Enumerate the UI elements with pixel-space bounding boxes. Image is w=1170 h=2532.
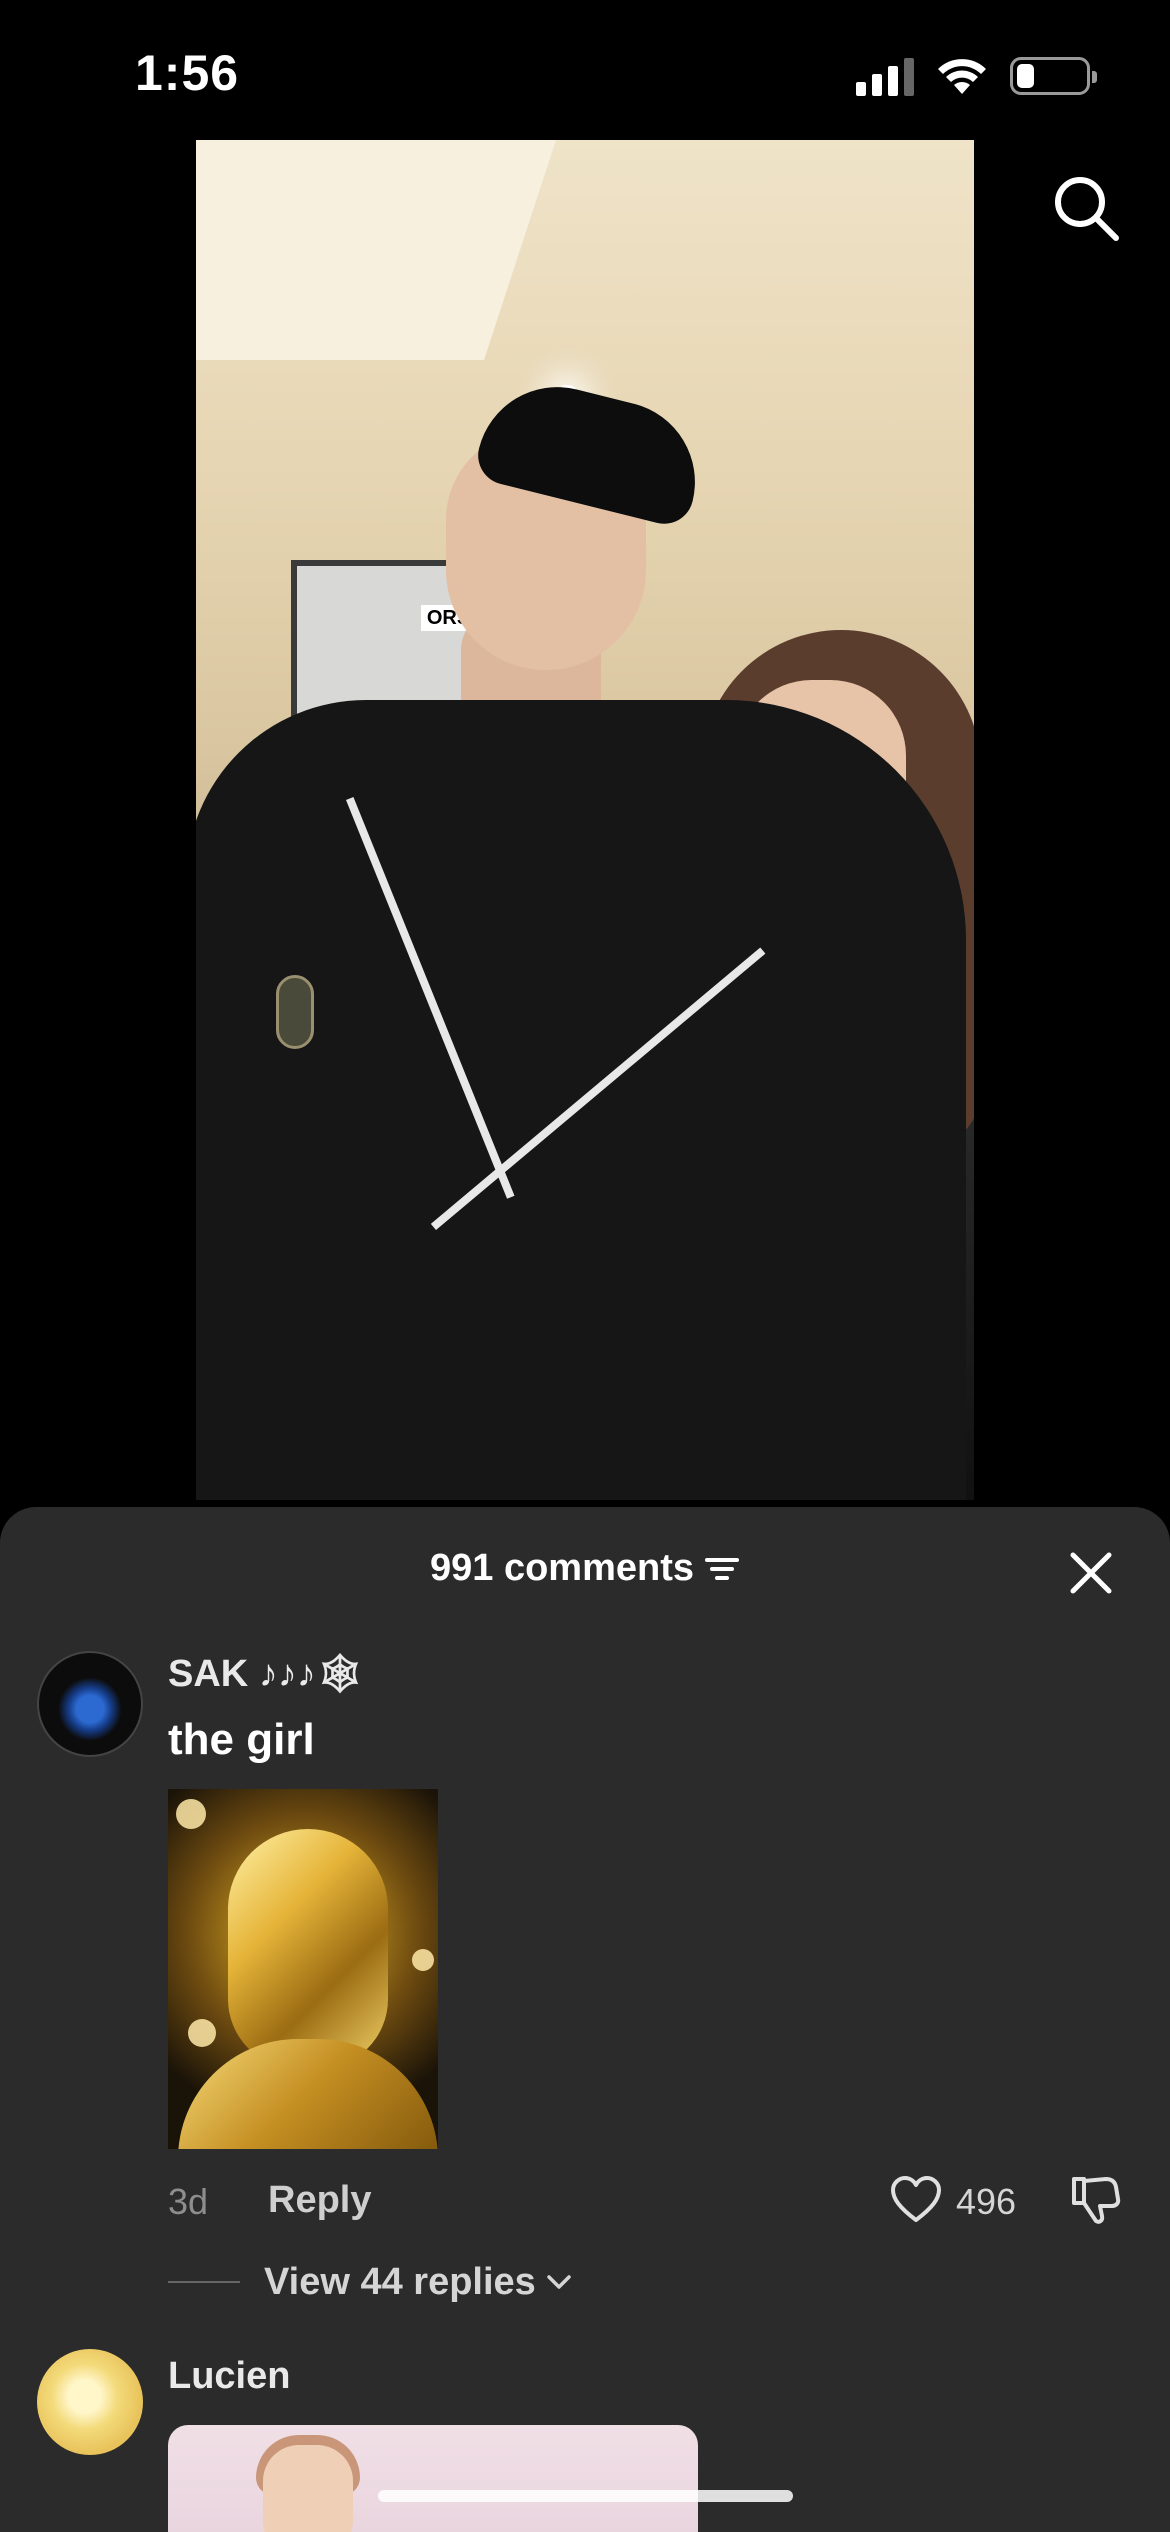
home-indicator[interactable] [378,2490,793,2502]
battery-fill [1017,64,1034,88]
comment-time: 3d [168,2181,209,2222]
wifi-icon [938,59,986,94]
search-icon[interactable] [1050,172,1122,244]
close-icon[interactable] [1068,1550,1114,1596]
comment-image[interactable] [168,2425,698,2532]
comment-text: the girl [168,1715,315,1764]
comment-meta: 3d Reply 496 [168,2167,1168,2237]
status-bar: 1:56 [0,0,1170,140]
comments-count-label: 991 comments [429,1547,694,1589]
thumbs-down-icon[interactable] [1068,2173,1122,2227]
comment-username[interactable]: Lucien [168,2355,290,2398]
avatar[interactable] [37,2349,143,2455]
cellular-signal-icon [856,56,914,96]
reply-button[interactable]: Reply [268,2179,371,2222]
replies-divider [168,2281,240,2283]
video-player[interactable]: ORS [196,140,974,1500]
battery-icon [1010,57,1097,95]
chevron-down-icon [547,2275,571,2289]
comments-sheet: 991 comments SAK ♪♪♪🕸 the girl 3d Reply … [0,1507,1170,2532]
heart-icon[interactable] [890,2175,942,2225]
like-count: 496 [956,2181,1017,2222]
comments-title[interactable]: 991 comments [0,1547,1170,1590]
view-replies-button[interactable]: View 44 replies [168,2252,572,2312]
screen: 1:56 ORS 991 comments SAK ♪♪♪🕸 the girl … [0,0,1170,2532]
view-replies-label: View 44 replies [264,2260,536,2303]
comments-header: 991 comments [0,1507,1170,1627]
jacket-badge [276,975,314,1049]
status-icons [856,56,1097,96]
filter-icon[interactable] [704,1554,740,1584]
comment-username[interactable]: SAK ♪♪♪🕸 [168,1652,364,1696]
status-time: 1:56 [135,45,240,101]
comment-image[interactable] [168,1789,438,2149]
avatar[interactable] [37,1651,143,1757]
